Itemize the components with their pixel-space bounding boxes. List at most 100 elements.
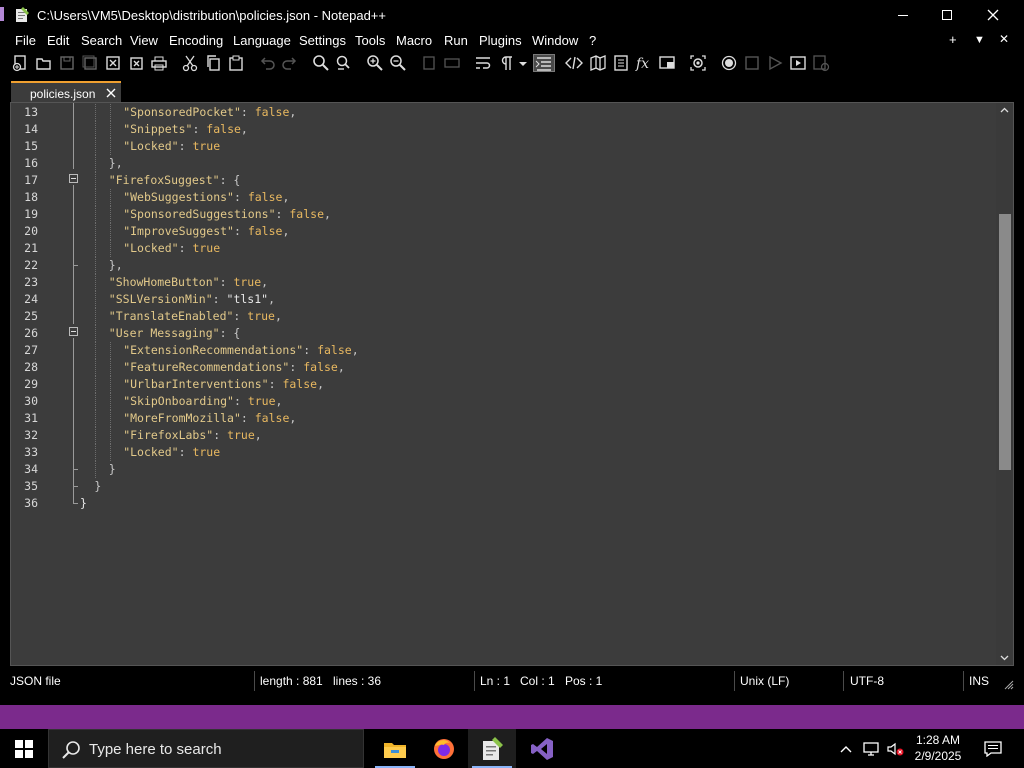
minimize-button[interactable] <box>880 0 926 30</box>
code-token: true <box>233 275 262 289</box>
maximize-button[interactable] <box>924 0 970 30</box>
scroll-down-icon[interactable] <box>1000 653 1009 662</box>
status-insert-mode[interactable]: INS <box>969 674 989 688</box>
redo-icon[interactable] <box>281 54 299 72</box>
menu-help[interactable]: ? <box>589 33 596 48</box>
status-eol-format[interactable]: Unix (LF) <box>740 674 789 688</box>
code-token: : <box>233 309 248 323</box>
close-tab-button[interactable]: ✕ <box>999 32 1009 46</box>
show-hidden-icons-button[interactable] <box>836 729 856 768</box>
fold-toggle-line-26[interactable] <box>69 327 78 336</box>
status-file-type: JSON file <box>10 674 61 688</box>
code-text[interactable]: "SponsoredPocket": false, "Snippets": fal… <box>80 103 996 665</box>
code-token: } <box>94 479 102 493</box>
dropdown-arrow-icon[interactable] <box>517 54 529 72</box>
fold-toggle-line-17[interactable] <box>69 174 78 183</box>
record-macro-icon[interactable] <box>720 54 738 72</box>
volume-button[interactable] <box>884 729 906 768</box>
paste-icon[interactable] <box>227 54 245 72</box>
cut-icon[interactable] <box>181 54 199 72</box>
menu-plugins[interactable]: Plugins <box>479 33 522 48</box>
editor-area[interactable]: 13 14 15 16 17 18 19 20 21 22 23 24 25 26 27 28 29 30 31 32… <box>10 102 1014 666</box>
find-icon[interactable] <box>312 54 330 72</box>
replace-icon[interactable] <box>335 54 353 72</box>
save-macro-icon[interactable] <box>812 54 830 72</box>
code-token: "TranslateEnabled" <box>108 309 234 323</box>
open-file-icon[interactable] <box>35 54 53 72</box>
vertical-scrollbar[interactable] <box>996 103 1013 665</box>
zoom-out-icon[interactable] <box>389 54 407 72</box>
resize-grip-icon[interactable] <box>1004 680 1014 690</box>
taskbar-clock[interactable]: 1:28 AM 2/9/2025 <box>906 732 970 764</box>
stop-record-icon[interactable] <box>743 54 761 72</box>
code-token: false <box>282 377 318 391</box>
menu-file[interactable]: File <box>15 33 36 48</box>
file-explorer-taskbar-button[interactable] <box>371 729 419 768</box>
network-status-button[interactable] <box>860 729 882 768</box>
word-wrap-icon[interactable] <box>474 54 492 72</box>
save-all-icon[interactable] <box>81 54 99 72</box>
close-file-icon[interactable] <box>104 54 122 72</box>
folder-icon <box>384 742 406 758</box>
close-window-button[interactable] <box>970 0 1016 30</box>
menu-macro[interactable]: Macro <box>396 33 432 48</box>
tab-bar: policies.json <box>0 76 1024 103</box>
notepad-plus-plus-taskbar-button[interactable] <box>468 729 516 768</box>
zoom-in-icon[interactable] <box>366 54 384 72</box>
code-line: "Snippets": false, <box>123 121 248 138</box>
indent-guide-icon[interactable] <box>533 54 555 72</box>
menu-encoding[interactable]: Encoding <box>169 33 223 48</box>
visual-studio-taskbar-button[interactable] <box>518 729 566 768</box>
copy-icon[interactable] <box>204 54 222 72</box>
taskbar-search-box[interactable]: Type here to search <box>48 729 364 768</box>
tab-list-button[interactable]: ▼ <box>974 34 985 46</box>
folder-workspace-icon[interactable] <box>658 54 676 72</box>
line-number: 29 <box>24 377 38 391</box>
line-number: 26 <box>24 326 38 340</box>
status-encoding[interactable]: UTF-8 <box>850 674 884 688</box>
new-tab-button[interactable]: + <box>949 32 957 47</box>
close-all-icon[interactable] <box>127 54 145 72</box>
play-macro-icon[interactable] <box>766 54 784 72</box>
search-placeholder: Type here to search <box>89 741 222 758</box>
undo-icon[interactable] <box>258 54 276 72</box>
menu-window[interactable]: Window <box>532 33 578 48</box>
xml-tag-icon[interactable] <box>565 54 583 72</box>
save-icon[interactable] <box>58 54 76 72</box>
sync-horizontal-icon[interactable] <box>443 54 461 72</box>
new-file-icon[interactable] <box>12 54 30 72</box>
indent-guide <box>95 240 97 257</box>
sync-vertical-icon[interactable] <box>420 54 438 72</box>
monitoring-icon[interactable] <box>689 54 707 72</box>
scrollbar-thumb[interactable] <box>999 214 1011 470</box>
document-map-icon[interactable] <box>589 54 607 72</box>
menu-run[interactable]: Run <box>444 33 468 48</box>
fold-margin[interactable] <box>67 103 80 665</box>
run-macro-multiple-icon[interactable] <box>789 54 807 72</box>
menu-language[interactable]: Language <box>233 33 291 48</box>
indent-guide <box>95 104 97 121</box>
menu-search[interactable]: Search <box>81 33 122 48</box>
notification-center-button[interactable] <box>978 729 1008 768</box>
code-token: "SSLVersionMin" <box>108 292 213 306</box>
line-number: 17 <box>24 173 38 187</box>
show-all-characters-icon[interactable] <box>497 54 515 72</box>
status-separator <box>474 671 475 691</box>
menu-tools[interactable]: Tools <box>355 33 385 48</box>
indent-guide <box>109 359 111 376</box>
code-token: : <box>213 428 228 442</box>
menu-edit[interactable]: Edit <box>47 33 69 48</box>
tab-policies-json[interactable]: policies.json <box>11 81 121 103</box>
tab-close-icon[interactable] <box>105 87 117 99</box>
menu-view[interactable]: View <box>130 33 158 48</box>
fx-icon[interactable]: fx <box>635 54 653 72</box>
code-token: , <box>282 190 290 204</box>
code-line: }, <box>109 257 123 274</box>
scroll-up-icon[interactable] <box>1000 106 1009 115</box>
start-button[interactable] <box>0 729 48 768</box>
code-token: false <box>254 105 290 119</box>
firefox-taskbar-button[interactable] <box>420 729 468 768</box>
print-icon[interactable] <box>150 54 168 72</box>
function-list-icon[interactable] <box>612 54 630 72</box>
menu-settings[interactable]: Settings <box>299 33 346 48</box>
